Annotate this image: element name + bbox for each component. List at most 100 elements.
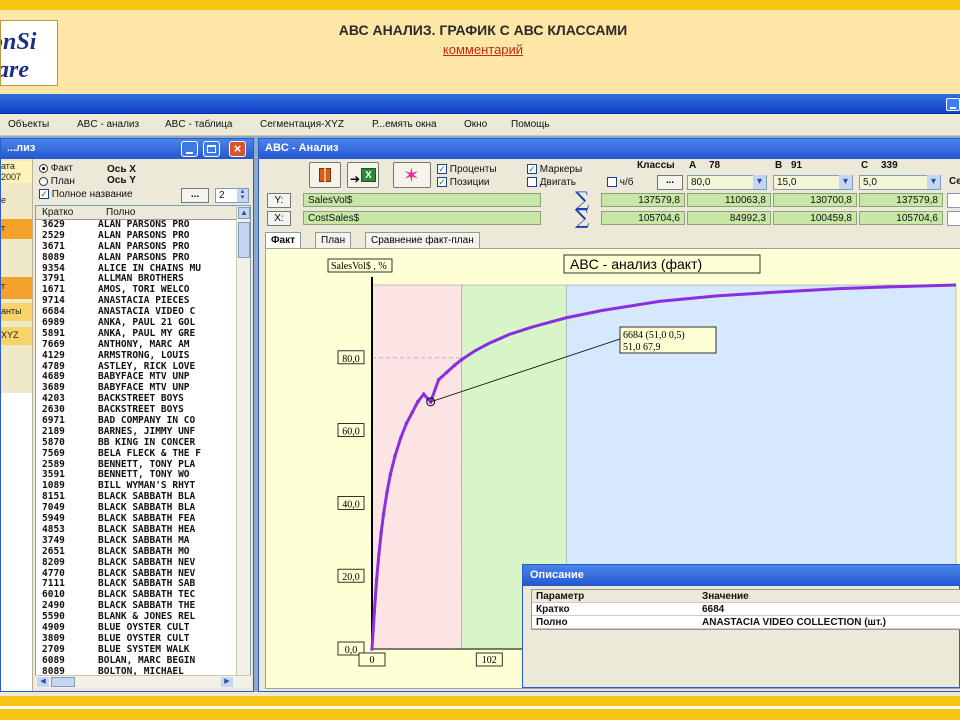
close-icon[interactable]: ×	[229, 141, 246, 157]
table-row[interactable]: 2589 BENNETT, TONY PLA	[36, 460, 236, 471]
description-row-full[interactable]: Полно ANASTACIA VIDEO COLLECTION (шт.)	[532, 616, 960, 629]
scroll-up-icon[interactable]: ▲	[238, 207, 250, 219]
table-row[interactable]: 5590 BLANK & JONES REL	[36, 612, 236, 623]
x-field-value[interactable]: CostSales$	[303, 211, 541, 225]
table-row[interactable]: 6971 BAD COMPANY IN CO	[36, 416, 236, 427]
hscroll-thumb[interactable]	[51, 677, 75, 687]
table-row[interactable]: 2490 BLACK SABBATH THE	[36, 601, 236, 612]
tab-fact-vs-plan[interactable]: Сравнение факт-план	[365, 232, 480, 248]
table-row[interactable]: 5949 BLACK SABBATH FEA	[36, 514, 236, 525]
table-row[interactable]: 7111 BLACK SABBATH SAB	[36, 579, 236, 590]
table-row[interactable]: 2630 BACKSTREET BOYS	[36, 405, 236, 416]
table-row[interactable]: 3689 BABYFACE MTV UNP	[36, 383, 236, 394]
class-c-combo[interactable]: 5,0	[859, 175, 941, 190]
positions-checkbox[interactable]: ✓	[437, 177, 447, 188]
table-row[interactable]: 8209 BLACK SABBATH NEV	[36, 558, 236, 569]
vertical-scrollbar[interactable]: ▲	[236, 206, 250, 687]
table-row[interactable]: 4909 BLUE OYSTER CULT	[36, 623, 236, 634]
menu-segmentation-xyz[interactable]: Сегментация-XYZ	[260, 119, 344, 130]
side-item-xyz[interactable]: XYZ	[1, 327, 32, 345]
markers-checkbox[interactable]: ✓	[527, 164, 537, 175]
bw-checkbox[interactable]	[607, 177, 617, 188]
scroll-thumb[interactable]	[238, 222, 250, 258]
column-full[interactable]: Полно	[106, 207, 135, 218]
table-row[interactable]: 9354 ALICE IN CHAINS MU	[36, 264, 236, 275]
extra-input-2[interactable]	[947, 211, 960, 226]
table-row[interactable]: 4789 ASTLEY, RICK LOVE	[36, 362, 236, 373]
class-a-combo[interactable]: 80,0	[687, 175, 767, 190]
side-item-active[interactable]: т	[1, 219, 32, 239]
table-row[interactable]: 5870 BB KING IN CONCER	[36, 438, 236, 449]
scroll-left-icon[interactable]: ◀	[37, 677, 49, 687]
table-row[interactable]: 3671 ALAN PARSONS PRO	[36, 242, 236, 253]
menu-help[interactable]: Помощь	[511, 119, 550, 130]
table-row[interactable]: 4770 BLACK SABBATH NEV	[36, 569, 236, 580]
table-row[interactable]: 6089 BOLAN, MARC BEGIN	[36, 656, 236, 667]
tab-fact[interactable]: Факт	[265, 232, 301, 249]
table-row[interactable]: 1089 BILL WYMAN'S RHYT	[36, 481, 236, 492]
row-short: 4789	[42, 361, 65, 372]
class-b-combo[interactable]: 15,0	[773, 175, 853, 190]
table-row[interactable]: 4203 BACKSTREET BOYS	[36, 394, 236, 405]
menu-abc-analysis[interactable]: ABC - анализ	[77, 119, 139, 130]
comment-link[interactable]: комментарий	[0, 42, 960, 57]
maximize-icon[interactable]	[203, 141, 220, 157]
table-row[interactable]: 4689 BABYFACE MTV UNP	[36, 372, 236, 383]
move-checkbox[interactable]	[527, 177, 537, 188]
star-icon[interactable]: ✶	[393, 162, 431, 188]
side-item-date[interactable]: ата	[1, 161, 32, 172]
spin-input[interactable]: 2 ▴ ▾	[215, 188, 249, 203]
menu-window[interactable]: Окно	[464, 119, 487, 130]
table-row[interactable]: 8151 BLACK SABBATH BLA	[36, 492, 236, 503]
minimize-icon[interactable]	[946, 98, 960, 111]
classes-dots-button[interactable]: ...	[657, 175, 683, 190]
x-field-button[interactable]: X:	[267, 211, 291, 226]
percent-checkbox[interactable]: ✓	[437, 164, 447, 175]
menu-remember-window[interactable]: Р...емять окна	[372, 119, 437, 130]
table-row[interactable]: 7669 ANTHONY, MARC AM	[36, 340, 236, 351]
table-row[interactable]: 2529 ALAN PARSONS PRO	[36, 231, 236, 242]
table-row[interactable]: 1671 AMOS, TORI WELCO	[36, 285, 236, 296]
table-row[interactable]: 9714 ANASTACIA PIECES	[36, 296, 236, 307]
table-row[interactable]: 3591 BENNETT, TONY WO	[36, 470, 236, 481]
table-row[interactable]: 6010 BLACK SABBATH TEC	[36, 590, 236, 601]
side-item-e[interactable]: е	[1, 195, 32, 207]
minimize-icon[interactable]	[181, 141, 198, 157]
table-row[interactable]: 5891 ANKA, PAUL MY GRE	[36, 329, 236, 340]
side-item-active-2[interactable]: т	[1, 277, 32, 299]
y-field-value[interactable]: SalesVol$	[303, 193, 541, 207]
menu-objects[interactable]: Объекты	[8, 119, 49, 130]
full-name-checkbox[interactable]: ✓	[39, 189, 49, 200]
y-field-button[interactable]: Y:	[267, 193, 291, 208]
side-item-year[interactable]: 2007	[1, 172, 32, 183]
table-row[interactable]: 2189 BARNES, JIMMY UNF	[36, 427, 236, 438]
side-item-variants[interactable]: анты	[1, 303, 32, 321]
spin-arrows-icon[interactable]: ▴ ▾	[237, 188, 248, 202]
tab-plan[interactable]: План	[315, 232, 352, 248]
axis-y-label: Ось Y	[107, 175, 136, 186]
extra-input-1[interactable]	[947, 193, 960, 208]
table-row[interactable]: 3749 BLACK SABBATH MA	[36, 536, 236, 547]
book-icon[interactable]	[309, 162, 341, 188]
excel-export-icon[interactable]: ➔ X	[347, 162, 379, 188]
description-row-short[interactable]: Кратко 6684	[532, 603, 960, 616]
dots-button[interactable]: ...	[181, 188, 209, 203]
table-row[interactable]: 6684 ANASTACIA VIDEO C	[36, 307, 236, 318]
table-row[interactable]: 7569 BELA FLECK & THE F	[36, 449, 236, 460]
table-row[interactable]: 4853 BLACK SABBATH HEA	[36, 525, 236, 536]
table-row[interactable]: 2709 BLUE SYSTEM WALK	[36, 645, 236, 656]
table-row[interactable]: 8089 ALAN PARSONS PRO	[36, 253, 236, 264]
table-row[interactable]: 6989 ANKA, PAUL 21 GOL	[36, 318, 236, 329]
table-row[interactable]: 3629 ALAN PARSONS PRO	[36, 220, 236, 231]
horizontal-scrollbar[interactable]: ◀ ▶	[35, 675, 251, 688]
radio-plan[interactable]	[39, 176, 48, 186]
table-row[interactable]: 2651 BLACK SABBATH MO	[36, 547, 236, 558]
table-row[interactable]: 3809 BLUE OYSTER CULT	[36, 634, 236, 645]
menu-abc-table[interactable]: ABC - таблица	[165, 119, 232, 130]
table-row[interactable]: 3791 ALLMAN BROTHERS	[36, 274, 236, 285]
table-row[interactable]: 4129 ARMSTRONG, LOUIS	[36, 351, 236, 362]
radio-fact[interactable]	[39, 163, 48, 173]
column-short[interactable]: Кратко	[42, 207, 73, 218]
table-row[interactable]: 7049 BLACK SABBATH BLA	[36, 503, 236, 514]
scroll-right-icon[interactable]: ▶	[221, 677, 233, 687]
